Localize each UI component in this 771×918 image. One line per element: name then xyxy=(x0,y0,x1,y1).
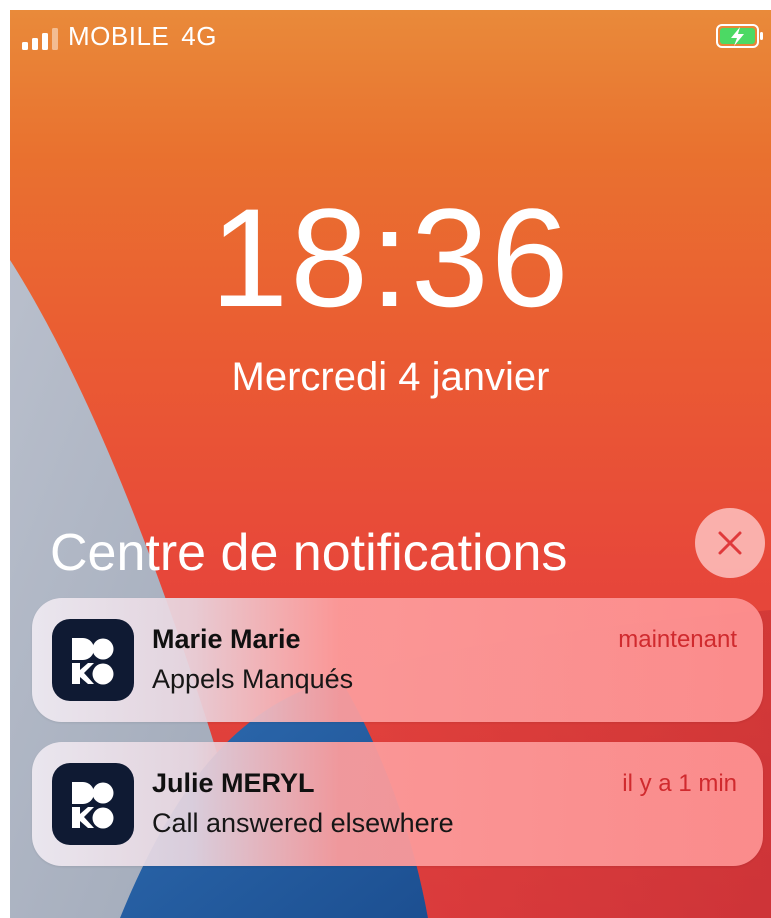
notification-time: il y a 1 min xyxy=(622,770,737,797)
clear-notifications-button[interactable] xyxy=(695,508,765,578)
lock-clock: 18:36 xyxy=(210,179,571,336)
network-type: 4G xyxy=(181,21,217,51)
doko-app-icon xyxy=(52,763,134,845)
notification-card[interactable]: Julie MERYL Call answered elsewhere il y… xyxy=(32,742,763,866)
carrier-label: MOBILE 4G xyxy=(68,21,217,52)
notification-message: Appels Manqués xyxy=(152,664,354,694)
doko-app-icon xyxy=(52,619,134,701)
close-icon xyxy=(718,531,742,555)
notification-message: Call answered elsewhere xyxy=(152,808,454,838)
carrier-name: MOBILE xyxy=(68,21,170,51)
notification-card[interactable]: Marie Marie Appels Manqués maintenant xyxy=(32,598,763,722)
notification-sender: Marie Marie xyxy=(152,624,301,654)
lock-date: Mercredi 4 janvier xyxy=(231,355,550,399)
status-bar: MOBILE 4G xyxy=(10,10,771,60)
cellular-signal-icon xyxy=(22,28,58,50)
notification-sender: Julie MERYL xyxy=(152,768,315,798)
notification-time: maintenant xyxy=(618,626,737,653)
notification-center-title: Centre de notifications xyxy=(50,524,568,582)
lock-screen: MOBILE 4G 18:36 Mercredi 4 janvier Centre… xyxy=(10,10,771,918)
battery-charging-icon xyxy=(716,24,763,48)
